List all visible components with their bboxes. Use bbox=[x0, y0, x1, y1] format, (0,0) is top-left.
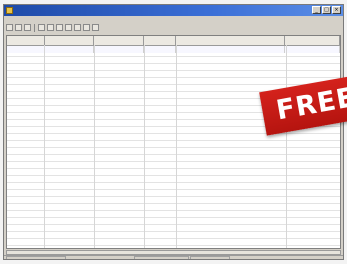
table-cell bbox=[45, 46, 95, 53]
status-panel bbox=[6, 256, 66, 259]
status-panel bbox=[190, 256, 230, 259]
export-icon[interactable] bbox=[74, 24, 81, 31]
close-button[interactable]: × bbox=[332, 6, 341, 14]
settings-icon[interactable] bbox=[83, 24, 90, 31]
table-cell bbox=[285, 46, 340, 53]
window-controls: _ □ × bbox=[312, 6, 341, 14]
toolbar-separator bbox=[34, 24, 35, 32]
menu-bar bbox=[4, 16, 343, 23]
find-icon[interactable] bbox=[47, 24, 54, 31]
new-icon[interactable] bbox=[6, 24, 13, 31]
open-icon[interactable] bbox=[15, 24, 22, 31]
column-header[interactable] bbox=[176, 36, 286, 45]
toolbar bbox=[6, 24, 99, 33]
column-header[interactable] bbox=[45, 36, 95, 45]
results-table[interactable] bbox=[6, 35, 341, 249]
column-header[interactable] bbox=[144, 36, 176, 45]
table-header bbox=[7, 36, 340, 46]
column-header[interactable] bbox=[94, 36, 145, 45]
save-icon[interactable] bbox=[24, 24, 31, 31]
title-bar: _ □ × bbox=[4, 5, 343, 16]
refresh-icon[interactable] bbox=[65, 24, 72, 31]
help-icon[interactable] bbox=[92, 24, 99, 31]
status-bar bbox=[4, 255, 343, 259]
maximize-button[interactable]: □ bbox=[322, 6, 331, 14]
minimize-button[interactable]: _ bbox=[312, 6, 321, 14]
app-window: _ □ × bbox=[3, 4, 344, 260]
copy-icon[interactable] bbox=[38, 24, 45, 31]
table-cell bbox=[144, 46, 176, 53]
app-icon bbox=[6, 7, 13, 14]
column-header[interactable] bbox=[7, 36, 45, 45]
filter-icon[interactable] bbox=[56, 24, 63, 31]
column-header[interactable] bbox=[285, 36, 340, 45]
promo-text: FREE bbox=[274, 81, 347, 127]
status-panel bbox=[134, 256, 189, 259]
table-cell bbox=[176, 46, 286, 53]
table-cell bbox=[7, 46, 45, 53]
table-row[interactable] bbox=[7, 46, 340, 53]
table-cell bbox=[94, 46, 145, 53]
